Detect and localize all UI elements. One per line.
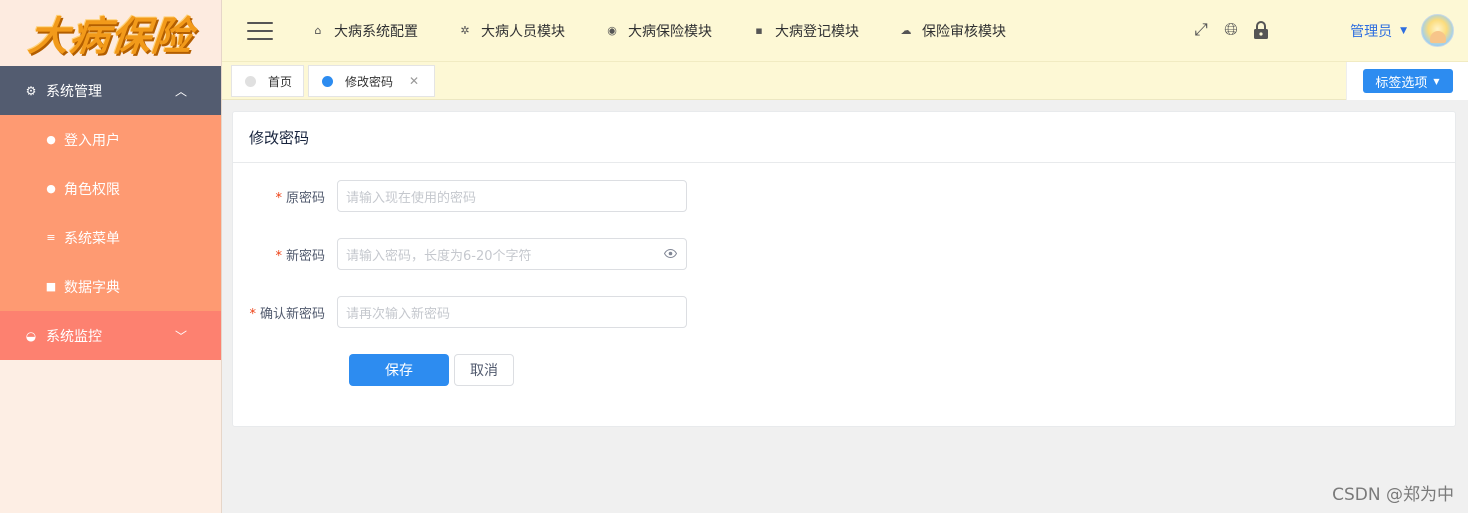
topnav-label: 大病保险模块	[628, 23, 712, 40]
caret-down-icon: ▼	[1400, 25, 1407, 36]
tab-bar: 首页 修改密码 ✕ 标签选项 ▼	[222, 62, 1468, 100]
confirm-password-input[interactable]: 请再次输入新密码	[337, 296, 687, 328]
sidebar-item-login-users[interactable]: ● 登入用户	[0, 115, 221, 164]
user-dropdown[interactable]: 管理员 ▼	[1350, 14, 1454, 47]
required-asterisk: *	[249, 306, 256, 322]
user-icon: ●	[46, 133, 56, 146]
field-label: * 原密码	[275, 190, 325, 206]
save-button[interactable]: 保存	[349, 354, 449, 386]
chevron-down-icon: ﹀	[174, 329, 187, 343]
tab-options-button[interactable]: 标签选项 ▼	[1362, 69, 1453, 93]
field-label: * 确认新密码	[249, 306, 325, 322]
topnav-label: 大病登记模块	[775, 23, 859, 40]
topnav-item-registration[interactable]: ▪ 大病登记模块	[752, 21, 859, 41]
top-nav: ⌂ 大病系统配置 ✲ 大病人员模块 ◉ 大病保险模块 ▪ 大病登记模块 ☁ 保险…	[311, 21, 1046, 41]
watermark: CSDN @郑为中	[1332, 485, 1454, 505]
tab-options-label: 标签选项	[1375, 75, 1428, 91]
input-placeholder: 请输入密码，长度为6-20个字符	[346, 248, 532, 264]
book-icon: ▪	[755, 24, 763, 37]
form-row-new-password: * 新密码 请输入密码，长度为6-20个字符	[233, 238, 687, 270]
sidebar-group-label: 系统监控	[46, 328, 102, 345]
globe-icon[interactable]: 🌐︎	[1220, 19, 1242, 41]
input-placeholder: 请输入现在使用的密码	[346, 190, 477, 206]
logo-text: 大病保险	[25, 13, 195, 60]
eye-icon[interactable]	[663, 247, 678, 261]
change-password-card: 修改密码 * 原密码 请输入现在使用的密码 * 新密码 请输入密码，长度为6-20个…	[232, 111, 1456, 427]
sidebar-item-label: 系统菜单	[64, 230, 120, 247]
required-asterisk: *	[275, 248, 282, 264]
header-tools: ⤢ 🌐︎	[1182, 19, 1272, 41]
sidebar: 大病保险 ⚙ 系统管理 ︿ ● 登入用户 ● 角色权限 ≡ 系统菜单 ■ 数据字…	[0, 0, 222, 513]
menu-lines-icon: ≡	[46, 231, 56, 244]
tab-label: 修改密码	[345, 74, 394, 89]
sidebar-item-role-permissions[interactable]: ● 角色权限	[0, 164, 221, 213]
tab-change-password[interactable]: 修改密码 ✕	[308, 65, 435, 97]
topnav-item-system-config[interactable]: ⌂ 大病系统配置	[311, 21, 419, 41]
card-title: 修改密码	[233, 112, 1455, 163]
aperture-icon: ✲	[460, 24, 470, 37]
topnav-item-insurance[interactable]: ◉ 大病保险模块	[605, 21, 712, 41]
sidebar-group-system-management[interactable]: ⚙ 系统管理 ︿	[0, 66, 221, 115]
topnav-item-personnel[interactable]: ✲ 大病人员模块	[458, 21, 565, 41]
form-row-old-password: * 原密码 请输入现在使用的密码	[233, 180, 687, 212]
avatar	[1421, 14, 1454, 47]
new-password-input[interactable]: 请输入密码，长度为6-20个字符	[337, 238, 687, 270]
field-label: * 新密码	[275, 248, 325, 264]
lock-icon[interactable]	[1250, 19, 1272, 41]
input-placeholder: 请再次输入新密码	[346, 306, 451, 322]
topnav-label: 保险审核模块	[922, 23, 1006, 40]
close-icon[interactable]: ✕	[409, 74, 419, 88]
hamburger-menu-icon[interactable]	[247, 21, 273, 40]
users-icon: ●	[46, 182, 56, 195]
cloud-icon: ☁	[900, 24, 912, 37]
tab-options-area: 标签选项 ▼	[1346, 62, 1468, 100]
sidebar-submenu: ● 登入用户 ● 角色权限 ≡ 系统菜单 ■ 数据字典	[0, 115, 221, 311]
old-password-input[interactable]: 请输入现在使用的密码	[337, 180, 687, 212]
sidebar-group-system-monitor[interactable]: ◒ 系统监控 ﹀	[0, 311, 221, 360]
logo[interactable]: 大病保险	[0, 0, 221, 66]
monitor-dial-icon: ◒	[25, 328, 37, 343]
book-icon: ■	[45, 280, 57, 293]
sidebar-item-system-menu[interactable]: ≡ 系统菜单	[0, 213, 221, 262]
top-header: ⌂ 大病系统配置 ✲ 大病人员模块 ◉ 大病保险模块 ▪ 大病登记模块 ☁ 保险…	[222, 0, 1468, 62]
user-name: 管理员	[1350, 23, 1393, 40]
tab-label: 首页	[268, 74, 293, 89]
home-icon: ⌂	[314, 24, 322, 37]
tab-home[interactable]: 首页	[231, 65, 304, 97]
sidebar-item-data-dictionary[interactable]: ■ 数据字典	[0, 262, 221, 311]
sidebar-item-label: 数据字典	[64, 279, 120, 296]
topnav-label: 大病人员模块	[481, 23, 565, 40]
caret-down-icon: ▼	[1433, 76, 1440, 86]
fullscreen-icon[interactable]: ⤢	[1190, 19, 1212, 41]
sidebar-group-label: 系统管理	[46, 83, 102, 100]
chevron-up-icon: ︿	[174, 84, 187, 98]
topnav-item-review[interactable]: ☁ 保险审核模块	[899, 21, 1007, 41]
at-circle-icon: ◉	[607, 24, 617, 37]
sidebar-item-label: 角色权限	[64, 181, 120, 198]
cancel-button[interactable]: 取消	[454, 354, 514, 386]
tab-status-dot	[322, 75, 333, 87]
sidebar-item-label: 登入用户	[64, 132, 120, 149]
tab-status-dot	[245, 75, 256, 87]
form-row-confirm-password: * 确认新密码 请再次输入新密码	[233, 296, 687, 328]
gear-icon: ⚙	[25, 83, 37, 98]
topnav-label: 大病系统配置	[334, 23, 418, 40]
required-asterisk: *	[275, 190, 282, 206]
